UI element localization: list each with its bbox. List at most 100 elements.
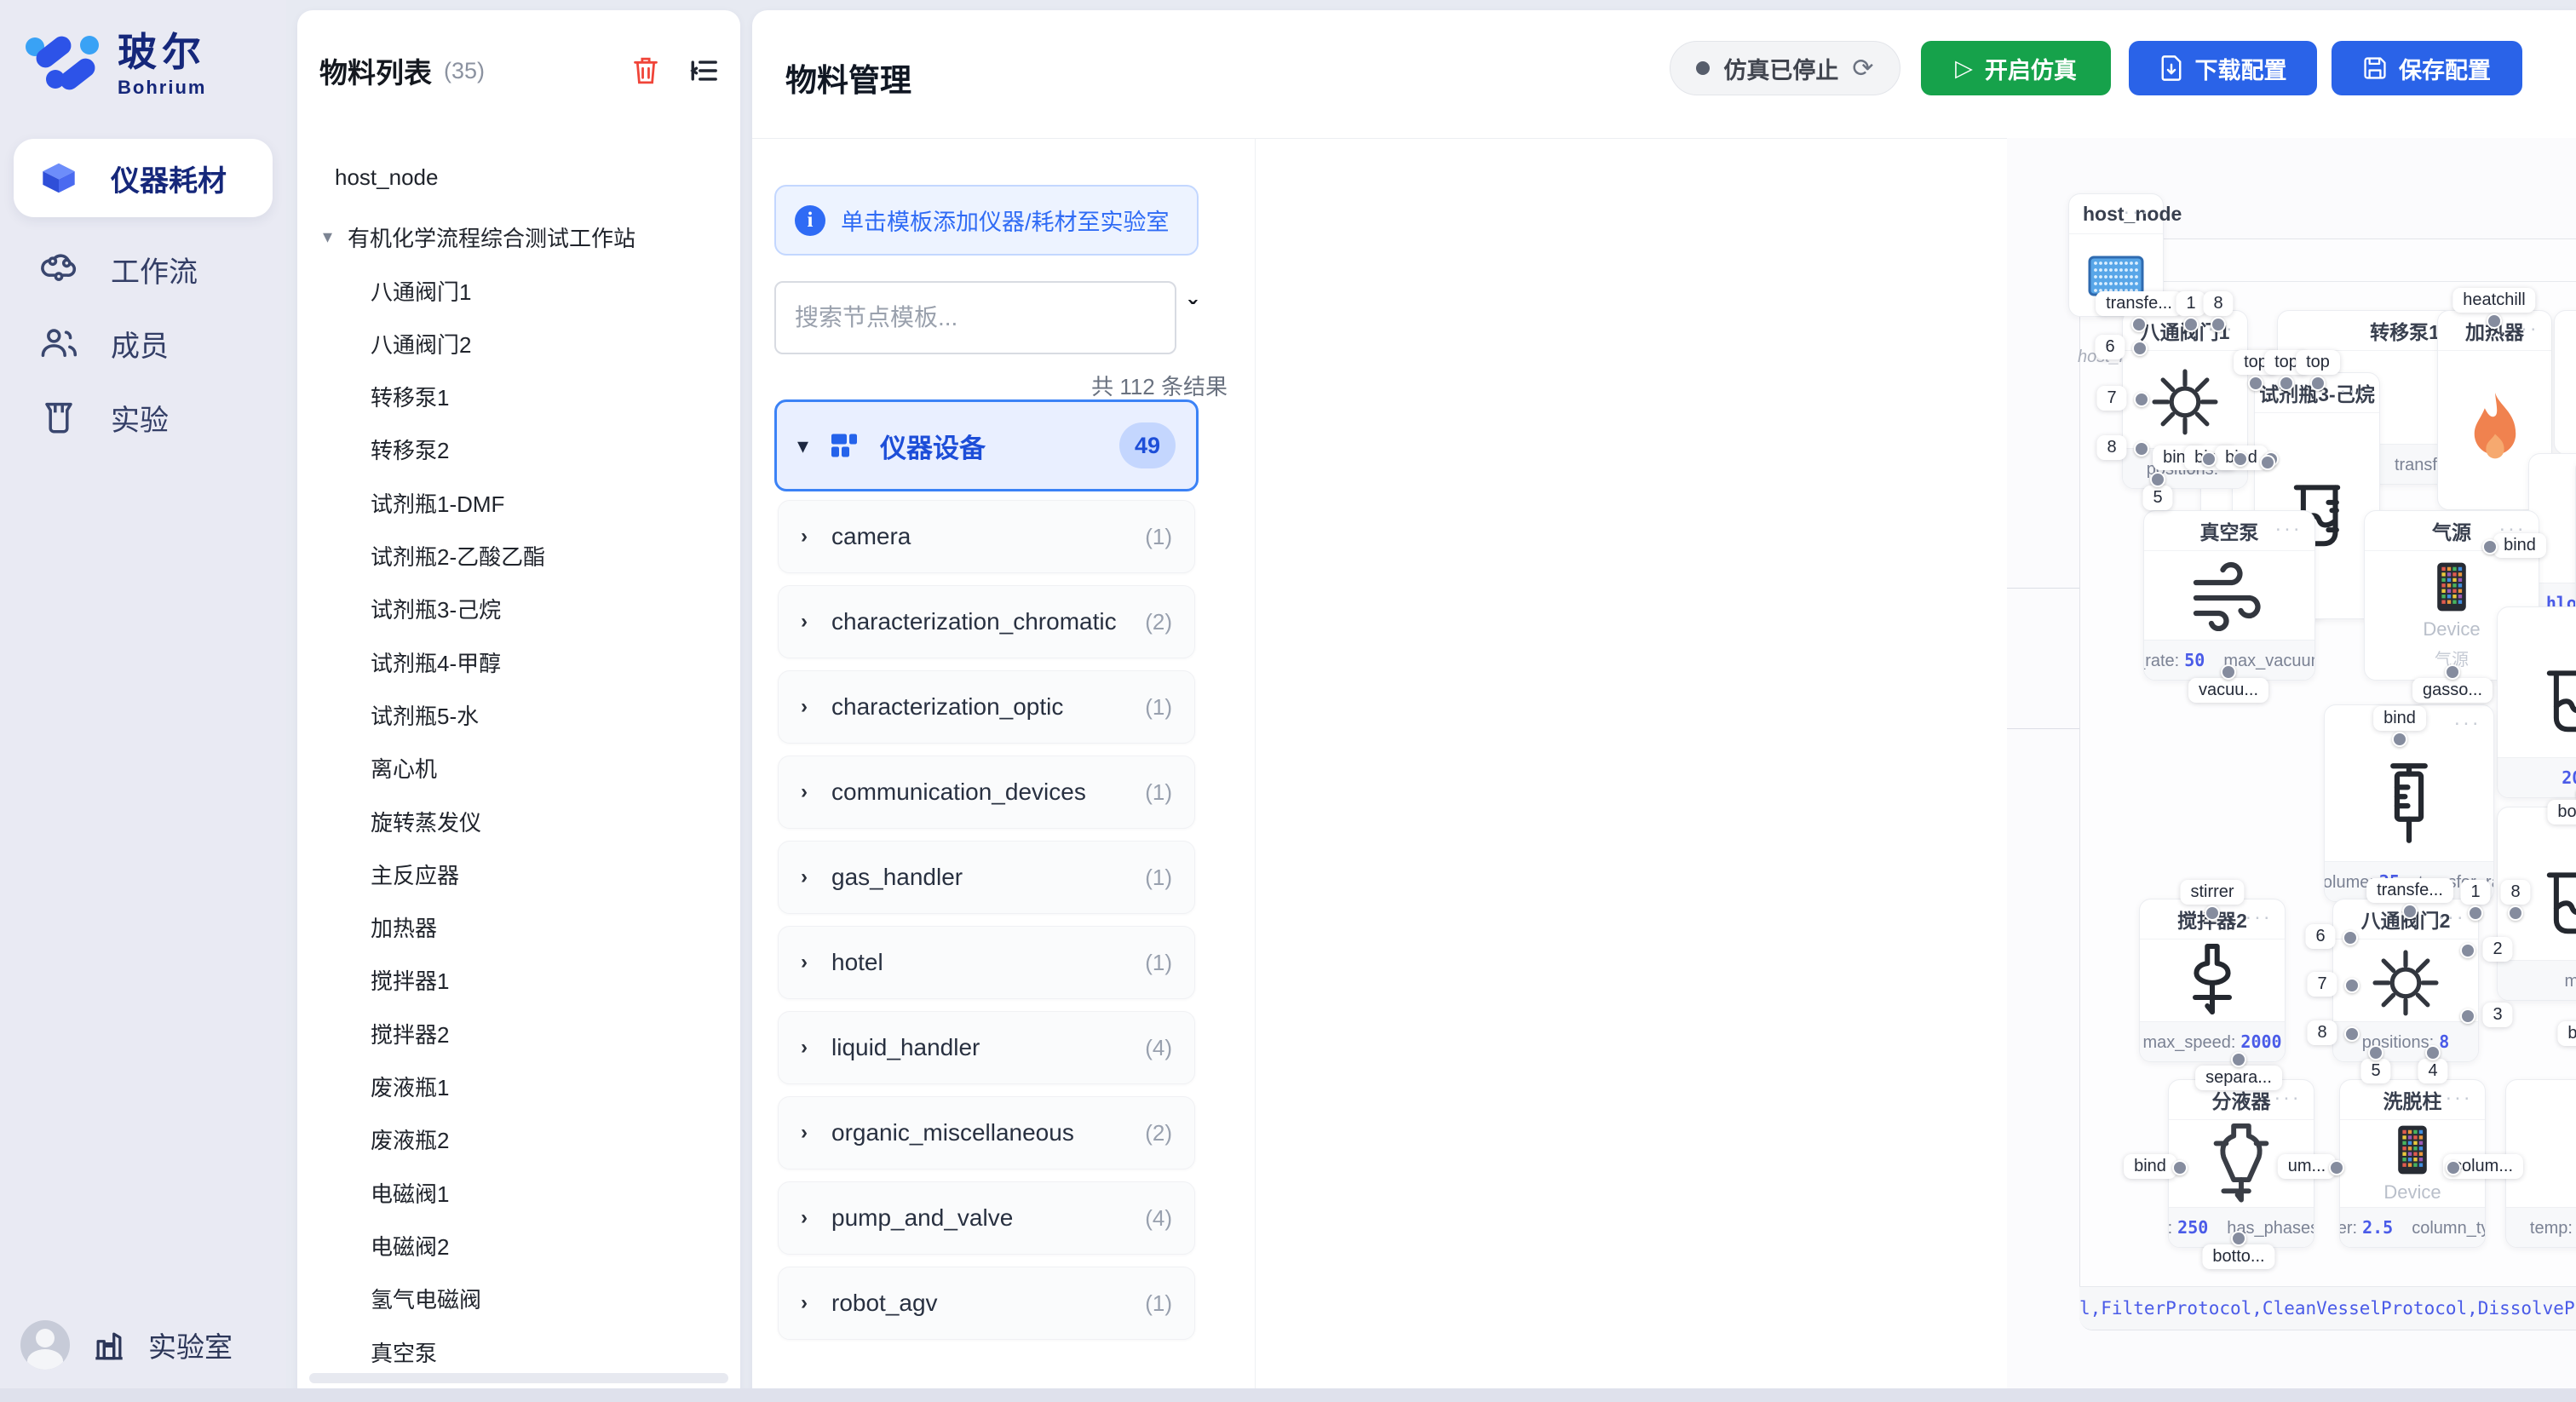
flow-canvas[interactable]: 有机化学流程综合测试工作站 l,FilterProtocol,CleanVess… xyxy=(2007,138,2576,1402)
port-handle-icon[interactable] xyxy=(2460,1008,2475,1024)
port-handle-icon[interactable] xyxy=(2344,978,2360,993)
chevron-down-icon[interactable]: ˇ xyxy=(1188,296,1197,325)
port-handle-icon[interactable] xyxy=(2150,472,2165,487)
port-handle-icon[interactable] xyxy=(2233,451,2248,467)
search-input[interactable] xyxy=(774,281,1176,354)
category-row-liquid_handler[interactable]: ›liquid_handler(4) xyxy=(778,1011,1195,1084)
app-logo[interactable]: 玻尔 Bohrium xyxy=(20,22,276,107)
node-menu-icon[interactable]: ... xyxy=(2512,313,2539,336)
tree-item[interactable]: 废液瓶1 xyxy=(297,1063,814,1111)
category-row-characterization_chromatic[interactable]: ›characterization_chromatic(2) xyxy=(778,585,1195,658)
port-bind[interactable]: bind xyxy=(2493,533,2546,558)
tree-item[interactable]: 八通阀门2 xyxy=(297,319,814,367)
port-handle-icon[interactable] xyxy=(2344,1026,2360,1042)
port-bottom[interactable]: bottom xyxy=(2557,1021,2576,1046)
node-menu-icon[interactable]: ... xyxy=(2439,901,2466,925)
sidebar-footer-lab[interactable]: 实验室 xyxy=(20,1315,276,1375)
sidebar-item-1[interactable]: 工作流 xyxy=(14,230,273,308)
tree-item[interactable]: 试剂瓶1-DMF xyxy=(297,479,814,526)
sidebar-item-0[interactable]: 仪器耗材 xyxy=(14,139,273,217)
port-7[interactable]: 7 xyxy=(2307,972,2337,997)
port-handle-icon[interactable] xyxy=(2205,905,2220,921)
port-separa...[interactable]: separa... xyxy=(2195,1066,2282,1090)
canvas-node-真空泵[interactable]: 真空泵...pump_rate:50max_vacuum:0.1 xyxy=(2143,510,2315,681)
tree-item[interactable]: 电磁阀2 xyxy=(297,1221,814,1269)
category-row-gas_handler[interactable]: ›gas_handler(1) xyxy=(778,841,1195,914)
port-handle-icon[interactable] xyxy=(2134,392,2149,407)
tree-item[interactable]: 转移泵2 xyxy=(297,426,814,474)
tree-item[interactable]: 八通阀门1 xyxy=(297,267,814,314)
port-handle-icon[interactable] xyxy=(2487,313,2502,329)
port-bottom[interactable]: bottom xyxy=(2547,800,2576,825)
port-6[interactable]: 6 xyxy=(2305,924,2335,949)
port-heatchill[interactable]: heatchill xyxy=(2452,288,2535,313)
port-gasso...[interactable]: gasso... xyxy=(2412,678,2493,703)
port-handle-icon[interactable] xyxy=(2368,1045,2383,1060)
port-1[interactable]: 1 xyxy=(2460,880,2490,905)
port-handle-icon[interactable] xyxy=(2329,1160,2344,1175)
tree-item[interactable]: 试剂瓶2-乙酸乙酯 xyxy=(297,532,814,580)
port-handle-icon[interactable] xyxy=(2231,1231,2246,1246)
port-transfe...[interactable]: transfe... xyxy=(2096,291,2182,316)
port-4[interactable]: 4 xyxy=(2418,1059,2447,1083)
node-menu-icon[interactable]: ... xyxy=(2340,375,2367,399)
save-config-button[interactable]: 保存配置 xyxy=(2332,41,2522,95)
sidebar-item-3[interactable]: 实验 xyxy=(14,378,273,457)
port-handle-icon[interactable] xyxy=(2221,664,2236,680)
port-handle-icon[interactable] xyxy=(2446,1160,2461,1175)
tree-item[interactable]: 主反应器 xyxy=(297,850,814,898)
node-menu-icon[interactable]: ... xyxy=(2245,901,2273,925)
category-group-instruments[interactable]: ▾ 仪器设备 49 xyxy=(774,399,1199,491)
port-handle-icon[interactable] xyxy=(2131,317,2147,332)
category-row-camera[interactable]: ›camera(1) xyxy=(778,500,1195,573)
port-handle-icon[interactable] xyxy=(2445,664,2460,680)
port-handle-icon[interactable] xyxy=(2392,732,2407,747)
page-horizontal-scrollbar[interactable] xyxy=(0,1388,2576,1402)
port-handle-icon[interactable] xyxy=(2468,905,2483,921)
port-handle-icon[interactable] xyxy=(2482,539,2498,554)
download-config-button[interactable]: 下载配置 xyxy=(2129,41,2317,95)
port-handle-icon[interactable] xyxy=(2343,930,2358,945)
port-handle-icon[interactable] xyxy=(2279,376,2294,391)
port-handle-icon[interactable] xyxy=(2134,441,2149,457)
collapse-list-icon[interactable] xyxy=(689,58,718,83)
port-handle-icon[interactable] xyxy=(2460,943,2475,958)
port-5[interactable]: 5 xyxy=(2360,1059,2390,1083)
port-6[interactable]: 6 xyxy=(2095,335,2125,359)
port-top[interactable]: top xyxy=(2296,350,2340,375)
port-botto...[interactable]: botto... xyxy=(2202,1244,2274,1269)
port-handle-icon[interactable] xyxy=(2402,904,2418,919)
node-menu-icon[interactable]: ... xyxy=(2454,707,2481,731)
port-stirrer[interactable]: stirrer xyxy=(2180,880,2244,905)
tree-item[interactable]: 搅拌器2 xyxy=(297,1009,814,1057)
node-menu-icon[interactable]: ... xyxy=(2446,1082,2473,1106)
category-row-hotel[interactable]: ›hotel(1) xyxy=(778,926,1195,999)
canvas-node-unnamed[interactable]: ...max_volume:25transfer_rate:10 xyxy=(2324,704,2494,902)
tree-item[interactable]: 加热器 xyxy=(297,904,814,951)
node-menu-icon[interactable]: ... xyxy=(2275,513,2303,537)
port-bind[interactable]: bind xyxy=(2373,706,2426,731)
category-row-robot_agv[interactable]: ›robot_agv(1) xyxy=(778,1267,1195,1340)
port-8[interactable]: 8 xyxy=(2307,1020,2337,1045)
port-bind[interactable]: bind xyxy=(2124,1154,2176,1179)
tree-item[interactable]: 真空泵 xyxy=(297,1328,814,1376)
port-handle-icon[interactable] xyxy=(2132,341,2148,356)
delete-icon[interactable] xyxy=(631,55,660,86)
port-vacuu...[interactable]: vacuu... xyxy=(2188,678,2268,703)
port-8[interactable]: 8 xyxy=(2203,291,2233,316)
canvas-node-unnamed[interactable]: ...200min_temp:-20 xyxy=(2497,606,2576,798)
tree-item[interactable]: 废液瓶2 xyxy=(297,1116,814,1164)
node-menu-icon[interactable]: ... xyxy=(2124,196,2151,220)
tree-item[interactable]: 氢气电磁阀 xyxy=(297,1275,814,1323)
port-handle-icon[interactable] xyxy=(2172,1160,2188,1175)
port-handle-icon[interactable] xyxy=(2248,376,2263,391)
tree-item[interactable]: 试剂瓶4-甲醇 xyxy=(297,638,814,686)
port-handle-icon[interactable] xyxy=(2508,905,2523,921)
tree-item-host-node[interactable]: host_node xyxy=(297,153,778,201)
tree-item[interactable]: 试剂瓶5-水 xyxy=(297,691,814,738)
port-handle-icon[interactable] xyxy=(2260,455,2275,470)
category-row-characterization_optic[interactable]: ›characterization_optic(1) xyxy=(778,670,1195,744)
port-5[interactable]: 5 xyxy=(2142,486,2172,510)
port-1[interactable]: 1 xyxy=(2176,291,2205,316)
canvas-node-unnamed[interactable]: ... xyxy=(2554,310,2576,455)
